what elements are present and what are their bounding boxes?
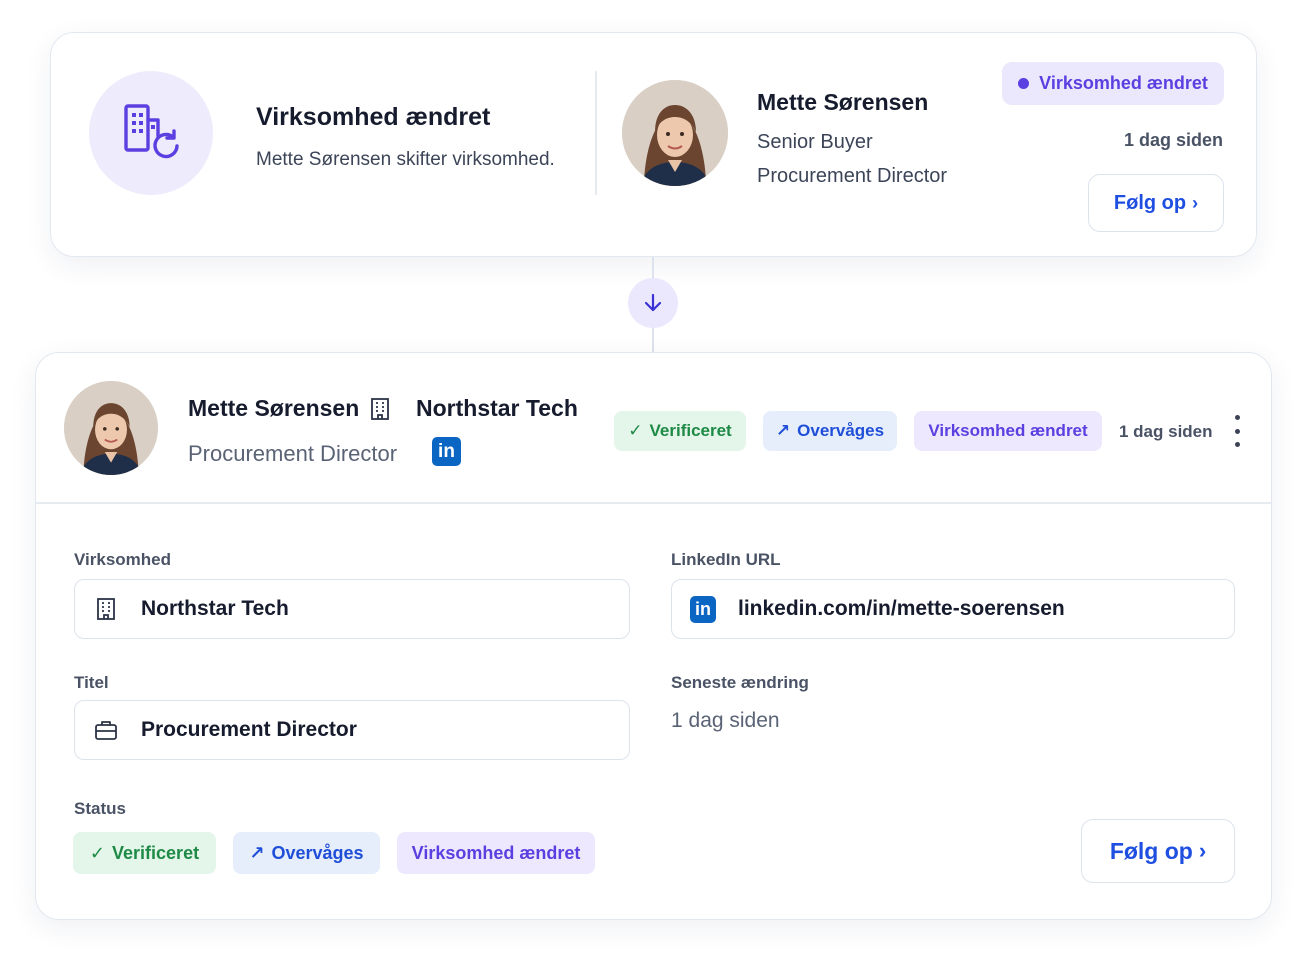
- event-description: Mette Sørensen skifter virksomhed.: [256, 149, 555, 170]
- latest-change-value: 1 dag siden: [671, 709, 780, 732]
- linkedin-icon: in: [690, 595, 716, 623]
- contact-company: Northstar Tech: [416, 395, 578, 421]
- status-badge-label: Virksomhed ændret: [1039, 73, 1208, 93]
- chevron-right-icon: ›: [1192, 192, 1199, 213]
- company-field[interactable]: Northstar Tech: [74, 579, 630, 639]
- follow-up-button[interactable]: Følg op ›: [1088, 174, 1224, 232]
- watched-badge: ↗ Overvåges: [763, 411, 897, 451]
- building-refresh-icon: [124, 104, 179, 159]
- new-role: Procurement Director: [757, 165, 948, 187]
- timestamp: 1 dag siden: [1119, 422, 1213, 441]
- event-card: Virksomhed ændret Mette Sørensen skifter…: [50, 32, 1257, 257]
- watched-badge: ↗ Overvåges: [233, 832, 380, 874]
- arrow-up-right-icon: ↗: [249, 842, 265, 863]
- event-title: Virksomhed ændret: [256, 103, 491, 131]
- avatar: [622, 80, 728, 186]
- contact-title: Procurement Director: [188, 441, 398, 466]
- watched-label: Overvåges: [797, 421, 885, 440]
- linkedin-field-value: linkedin.com/in/mette-soerensen: [738, 597, 1065, 620]
- latest-change-label: Seneste ændring: [671, 673, 809, 692]
- title-field[interactable]: Procurement Director: [74, 700, 630, 760]
- arrow-down-icon: [644, 293, 662, 312]
- company-changed-badge: Virksomhed ændret: [914, 411, 1102, 451]
- company-changed-label: Virksomhed ændret: [411, 842, 581, 863]
- watched-label: Overvåges: [271, 842, 364, 863]
- status-badge: Virksomhed ændret: [1002, 62, 1224, 105]
- dot-icon: [1018, 78, 1030, 89]
- event-icon-container: [89, 71, 213, 195]
- divider: [36, 502, 1271, 504]
- linkedin-url-field[interactable]: in linkedin.com/in/mette-soerensen: [671, 579, 1235, 639]
- divider: [595, 71, 597, 195]
- briefcase-icon: [93, 719, 119, 741]
- person-name: Mette Sørensen: [757, 89, 929, 115]
- previous-role: Senior Buyer: [757, 131, 873, 153]
- verified-badge: ✓ Verificeret: [73, 832, 216, 874]
- title-field-value: Procurement Director: [141, 718, 357, 741]
- check-icon: ✓: [628, 421, 643, 440]
- verified-badge: ✓ Verificeret: [614, 411, 746, 451]
- chevron-right-icon: ›: [1198, 838, 1207, 863]
- follow-up-label: Følg op: [1113, 191, 1187, 214]
- verified-label: Verificeret: [112, 842, 200, 863]
- avatar: [64, 381, 158, 475]
- contact-detail-card: Mette Sørensen Northstar Tech Procuremen…: [35, 352, 1272, 920]
- company-changed-label: Virksomhed ændret: [928, 421, 1088, 440]
- company-field-label: Virksomhed: [74, 550, 172, 569]
- timestamp: 1 dag siden: [1123, 130, 1223, 150]
- check-icon: ✓: [89, 842, 106, 863]
- company-changed-badge: Virksomhed ændret: [397, 832, 595, 874]
- connector: [628, 278, 678, 328]
- linkedin-field-label: LinkedIn URL: [671, 550, 781, 569]
- arrow-up-right-icon: ↗: [775, 421, 791, 440]
- company-field-value: Northstar Tech: [141, 597, 289, 620]
- linkedin-icon[interactable]: in: [432, 437, 461, 466]
- verified-label: Verificeret: [649, 421, 732, 440]
- more-options-icon[interactable]: [1228, 415, 1246, 447]
- building-icon: [93, 597, 119, 621]
- status-label: Status: [74, 799, 126, 818]
- follow-up-label: Følg op: [1109, 837, 1193, 864]
- contact-name-text: Mette Sørensen: [188, 395, 360, 421]
- title-field-label: Titel: [74, 673, 109, 692]
- contact-name: Mette Sørensen: [188, 395, 391, 422]
- follow-up-button[interactable]: Følg op ›: [1081, 819, 1235, 883]
- building-icon: [371, 397, 390, 420]
